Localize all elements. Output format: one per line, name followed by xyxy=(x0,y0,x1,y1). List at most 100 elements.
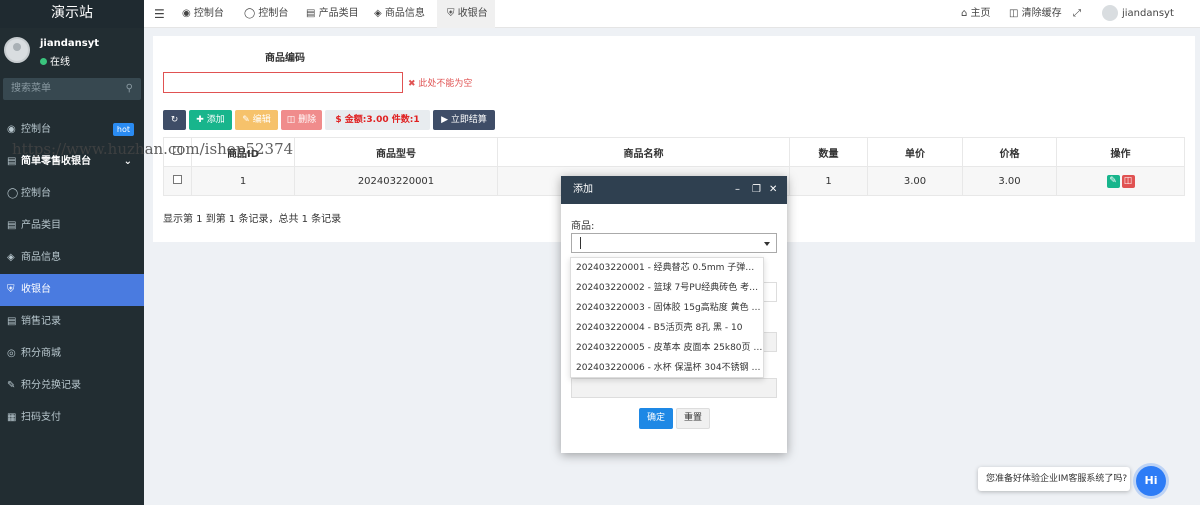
record-icon: ▤ xyxy=(7,316,17,327)
sidebar: 演示站 jiandansyt 在线 搜索菜单 ⚲ ◉ 控制台 hot ▤ 简单零售收银… xyxy=(0,0,144,505)
user-status: 在线 xyxy=(40,53,70,68)
refresh-icon: ↻ xyxy=(170,115,179,125)
add-button[interactable]: ✚ 添加 xyxy=(189,110,232,130)
cell-id: 1 xyxy=(191,166,295,196)
column-header-name: 商品名称 xyxy=(497,137,790,167)
dropdown-option[interactable]: 202403220004 - B5活页壳 8孔 黑 - 10 xyxy=(571,318,763,338)
minimize-icon[interactable]: – xyxy=(735,176,740,204)
user-menu[interactable]: jiandansyt xyxy=(1102,0,1174,28)
column-header-unit-price: 单价 xyxy=(867,137,963,167)
chat-prompt[interactable]: 您准备好体验企业IM客服系统了吗? xyxy=(978,467,1130,491)
product-field-label: 商品: xyxy=(571,221,595,232)
cashier-icon: ⛨ xyxy=(447,8,458,19)
row-checkbox[interactable] xyxy=(173,175,182,184)
tab-dashboard[interactable]: ◉ 控制台 xyxy=(182,0,224,28)
avatar xyxy=(4,37,30,63)
cell-unit-price: 3.00 xyxy=(867,166,963,196)
modal-header: 添加 – ❐ ✕ xyxy=(561,176,787,204)
dashboard-icon: ◯ xyxy=(7,188,19,199)
reset-button[interactable]: 重置 xyxy=(676,408,710,429)
list-icon: ▤ xyxy=(306,8,319,19)
exchange-icon: ✎ xyxy=(7,380,16,391)
goods-icon: ◈ xyxy=(7,252,15,263)
dropdown-option[interactable]: 202403220006 - 水杯 保温杯 304不锈钢 - 10 xyxy=(571,358,763,378)
cell-qty: 1 xyxy=(789,166,868,196)
pencil-icon: ✎ xyxy=(242,115,253,125)
refresh-button[interactable]: ↻ xyxy=(163,110,186,130)
clear-cache-link[interactable]: ◫ 清除缓存 xyxy=(1009,0,1062,28)
site-title: 演示站 xyxy=(0,0,144,28)
product-select[interactable] xyxy=(571,233,777,253)
edit-button[interactable]: ✎ 编辑 xyxy=(235,110,278,130)
chevron-down-icon xyxy=(764,242,770,246)
goods-icon: ◈ xyxy=(374,8,385,19)
dashboard-icon: ◯ xyxy=(244,8,259,19)
dropdown-option[interactable]: 202403220005 - 皮革本 皮面本 25k80页 简章 xyxy=(571,338,763,358)
sidebar-menu: ◉ 控制台 hot ▤ 简单零售收银台 ⌄ ◯ 控制台 ▤ 产品类目 ◈ 商品信息 ⛨ 收银台 … xyxy=(0,114,144,434)
trash-icon: ◫ xyxy=(1009,8,1022,19)
close-icon[interactable]: ✕ xyxy=(769,176,777,204)
cell-actions: ✎ ◫ xyxy=(1056,166,1185,196)
checkout-button[interactable]: ▶ 立即结算 xyxy=(433,110,495,130)
row-delete-icon[interactable]: ◫ xyxy=(1121,174,1135,188)
top-navbar: ☰ ◉ 控制台 ◯ 控制台 ▤ 产品类目 ◈ 商品信息 ⛨ 收银台 ⌂ 主页 ◫… xyxy=(144,0,1200,28)
home-icon: ⌂ xyxy=(961,8,971,19)
column-header-qty: 数量 xyxy=(789,137,868,167)
play-icon: ▶ xyxy=(441,115,451,125)
modal-title: 添加 xyxy=(573,184,593,195)
product-dropdown: 202403220001 - 经典替芯 0.5mm 子弹头 - 20 20240… xyxy=(570,257,764,378)
dropdown-option[interactable]: 202403220003 - 固体胶 15g高粘度 黄色 - 24 xyxy=(571,298,763,318)
sidebar-item-goods[interactable]: ◈ 商品信息 xyxy=(0,242,144,274)
sidebar-item-exchange-record[interactable]: ✎ 积分兑换记录 xyxy=(0,370,144,402)
row-edit-icon[interactable]: ✎ xyxy=(1106,174,1120,188)
error-icon: ✖ xyxy=(408,79,419,89)
dropdown-option[interactable]: 202403220002 - 篮球 7号PU经典砖色 考试专用 xyxy=(571,278,763,298)
sidebar-item-cashier[interactable]: ⛨ 收银台 xyxy=(0,274,144,306)
delete-button[interactable]: ◫ 删除 xyxy=(281,110,322,130)
sidebar-search-input[interactable]: 搜索菜单 ⚲ xyxy=(3,78,141,100)
list-icon: ▤ xyxy=(7,220,17,231)
product-code-input[interactable] xyxy=(163,72,403,93)
chat-button[interactable]: Hi xyxy=(1136,466,1166,496)
tab-dashboard-2[interactable]: ◯ 控制台 xyxy=(244,0,288,28)
avatar xyxy=(1102,5,1118,21)
sidebar-item-category[interactable]: ▤ 产品类目 xyxy=(0,210,144,242)
confirm-button[interactable]: 确定 xyxy=(639,408,673,429)
fullscreen-icon[interactable]: ⤢ xyxy=(1073,0,1081,28)
total-field xyxy=(571,378,777,398)
plus-icon: ✚ xyxy=(196,115,207,125)
user-name: jiandansyt xyxy=(40,38,99,49)
column-header-actions: 操作 xyxy=(1056,137,1185,167)
tab-category[interactable]: ▤ 产品类目 xyxy=(306,0,359,28)
sidebar-item-dashboard-sub[interactable]: ◯ 控制台 xyxy=(0,178,144,210)
cart-summary: $ 金额:3.00 件数:1 xyxy=(325,110,430,130)
sidebar-item-sales-record[interactable]: ▤ 销售记录 xyxy=(0,306,144,338)
hot-badge: hot xyxy=(112,123,134,136)
cashier-icon: ⛨ xyxy=(7,284,15,295)
cell-price: 3.00 xyxy=(962,166,1057,196)
text-cursor xyxy=(580,237,581,249)
trash-icon: ◫ xyxy=(286,115,299,125)
tab-cashier[interactable]: ⛨ 收银台 xyxy=(437,0,495,28)
online-dot-icon xyxy=(40,58,47,65)
qrcode-icon: ▦ xyxy=(7,412,17,423)
column-header-model: 商品型号 xyxy=(294,137,498,167)
watermark: https://www.huzhan.com/ishop52374 xyxy=(12,140,294,158)
home-link[interactable]: ⌂ 主页 xyxy=(961,0,991,28)
pagination-info: 显示第 1 到第 1 条记录，总共 1 条记录 xyxy=(163,214,342,225)
validation-error: ✖ 此处不能为空 xyxy=(408,79,473,89)
product-code-label: 商品编码 xyxy=(265,53,305,64)
points-icon: ◎ xyxy=(7,348,16,359)
sidebar-item-points-mall[interactable]: ◎ 积分商城 xyxy=(0,338,144,370)
row-select-cell xyxy=(163,166,192,196)
search-icon[interactable]: ⚲ xyxy=(126,78,133,100)
menu-toggle-icon[interactable]: ☰ xyxy=(154,0,165,28)
column-header-price: 价格 xyxy=(962,137,1057,167)
cell-model: 202403220001 xyxy=(294,166,498,196)
sidebar-item-qrcode-pay[interactable]: ▦ 扫码支付 xyxy=(0,402,144,434)
user-panel: jiandansyt 在线 xyxy=(0,28,144,70)
tab-goods[interactable]: ◈ 商品信息 xyxy=(374,0,425,28)
dashboard-icon: ◉ xyxy=(182,8,194,19)
dropdown-option[interactable]: 202403220001 - 经典替芯 0.5mm 子弹头 - 20 xyxy=(571,258,763,278)
maximize-icon[interactable]: ❐ xyxy=(752,176,761,204)
